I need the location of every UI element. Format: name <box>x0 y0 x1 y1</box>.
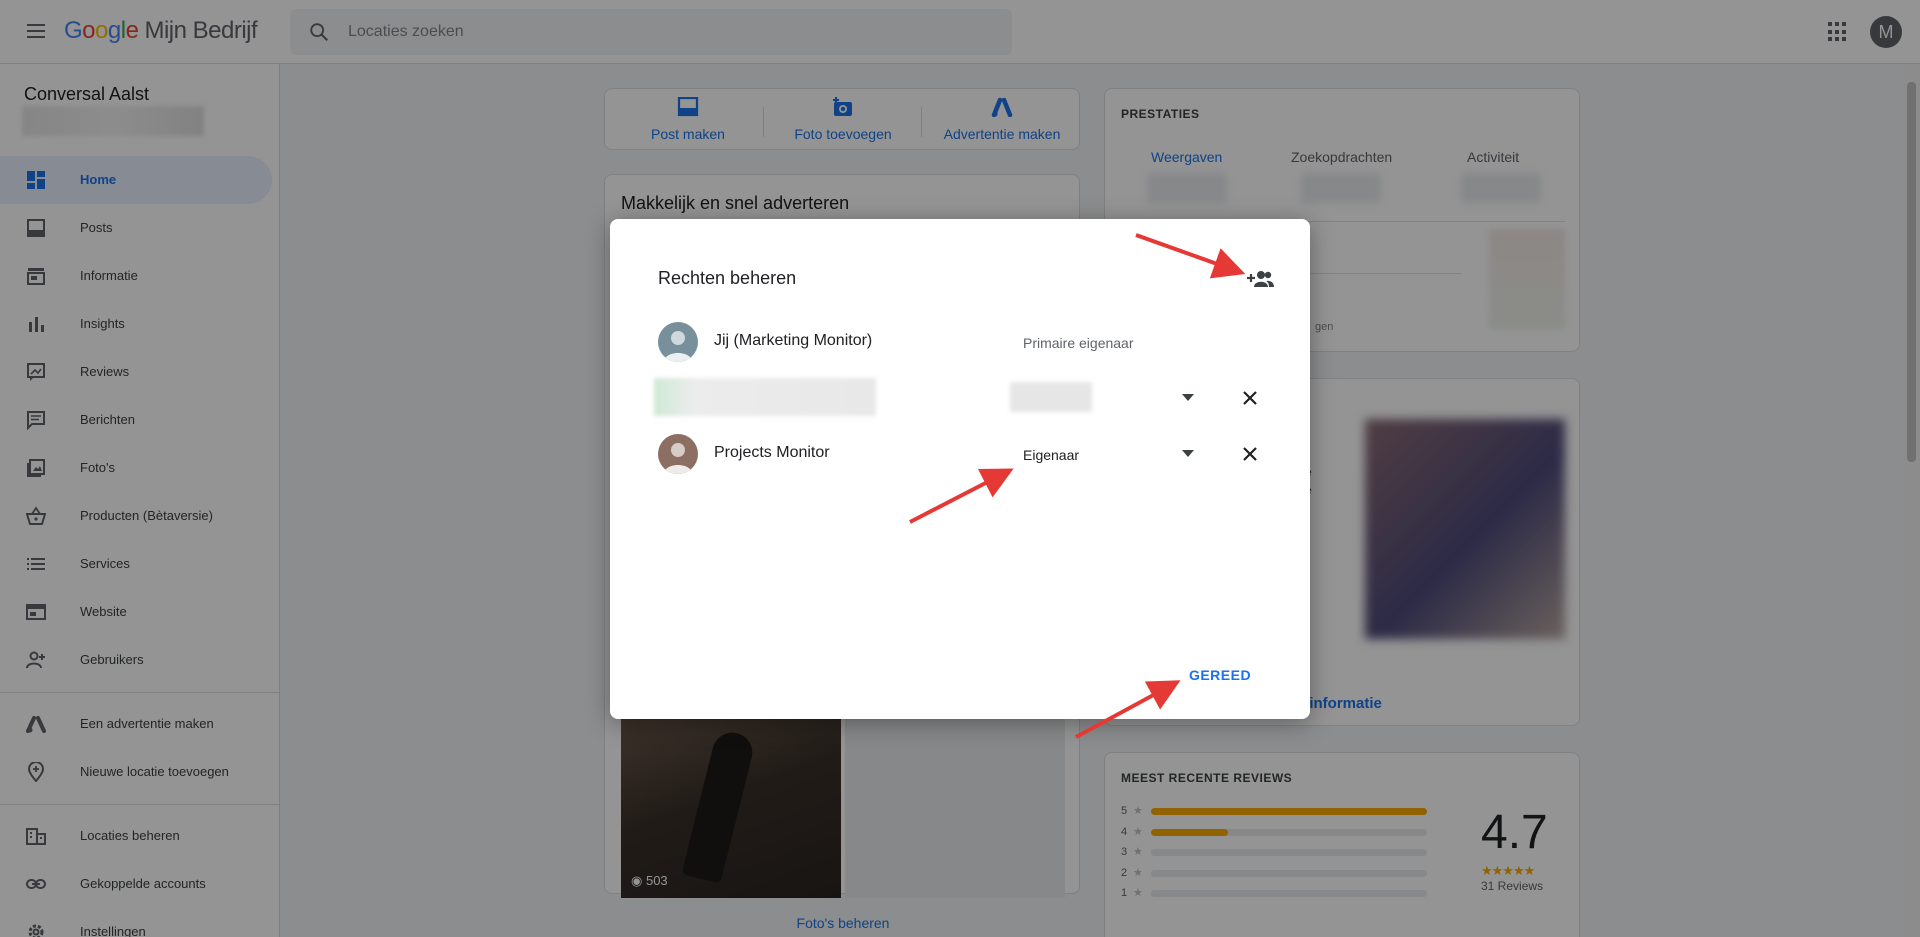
user-role-blurred[interactable] <box>1010 382 1092 412</box>
manage-permissions-dialog: Rechten beheren Jij (Marketing Monitor) … <box>610 219 1310 719</box>
add-users-icon[interactable] <box>1246 265 1276 295</box>
user-row <box>654 372 1278 422</box>
remove-user-icon[interactable] <box>1240 388 1260 408</box>
remove-user-icon[interactable] <box>1240 444 1260 464</box>
role-select[interactable]: Eigenaar <box>1023 447 1079 463</box>
dialog-title: Rechten beheren <box>658 268 797 288</box>
user-role: Primaire eigenaar <box>1023 335 1134 351</box>
user-name-blurred <box>654 378 876 416</box>
user-name: Jij (Marketing Monitor) <box>714 332 873 349</box>
user-avatar <box>658 322 698 362</box>
user-avatar <box>658 434 698 474</box>
user-row: Jij (Marketing Monitor) Primaire eigenaa… <box>658 316 1278 366</box>
role-dropdown-arrow-icon[interactable] <box>1182 450 1194 457</box>
user-name: Projects Monitor <box>714 444 830 461</box>
user-row: Projects Monitor Eigenaar <box>658 428 1278 478</box>
role-dropdown-arrow-icon[interactable] <box>1182 394 1194 401</box>
done-button[interactable]: GEREED <box>1180 657 1260 693</box>
